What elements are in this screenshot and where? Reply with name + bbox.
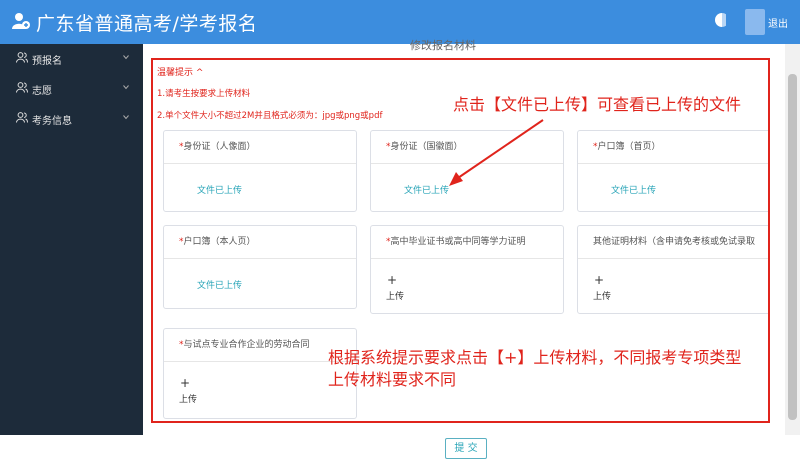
users-icon [16, 52, 28, 63]
sidebar-item-label: 志愿 [32, 86, 52, 97]
sidebar-item-volunteer[interactable]: 志愿 [0, 74, 143, 102]
half-moon-icon[interactable] [714, 12, 726, 28]
users-icon [16, 82, 28, 93]
vertical-scrollbar[interactable] [785, 44, 800, 435]
page-title: 修改报名材料 [410, 39, 476, 52]
chevron-down-icon [123, 85, 129, 90]
logout-button[interactable]: 退出 [768, 15, 788, 30]
chevron-down-icon [123, 115, 129, 120]
sidebar-item-exam-info[interactable]: 考务信息 [0, 104, 143, 132]
users-icon [16, 112, 28, 123]
sidebar-item-pre-registration[interactable]: 预报名 [0, 44, 143, 72]
app-title: 广东省普通高考/学考报名 [36, 13, 258, 35]
submit-button[interactable]: 提 交 [445, 438, 487, 459]
app-header: 广东省普通高考/学考报名 退出 [0, 0, 800, 44]
scrollbar-thumb[interactable] [788, 74, 797, 420]
sidebar: 预报名 志愿 考务信息 [0, 44, 143, 435]
annotation-arrow [449, 119, 544, 186]
sidebar-item-label: 预报名 [32, 56, 62, 67]
chevron-down-icon [123, 55, 129, 60]
sidebar-item-label: 考务信息 [32, 116, 72, 127]
user-plus-icon [12, 13, 30, 29]
avatar[interactable] [745, 9, 765, 35]
materials-panel: 温馨提示 ^ 1.请考生按要求上传材料 2.单个文件大小不超过2M并且格式必须为… [151, 58, 770, 423]
